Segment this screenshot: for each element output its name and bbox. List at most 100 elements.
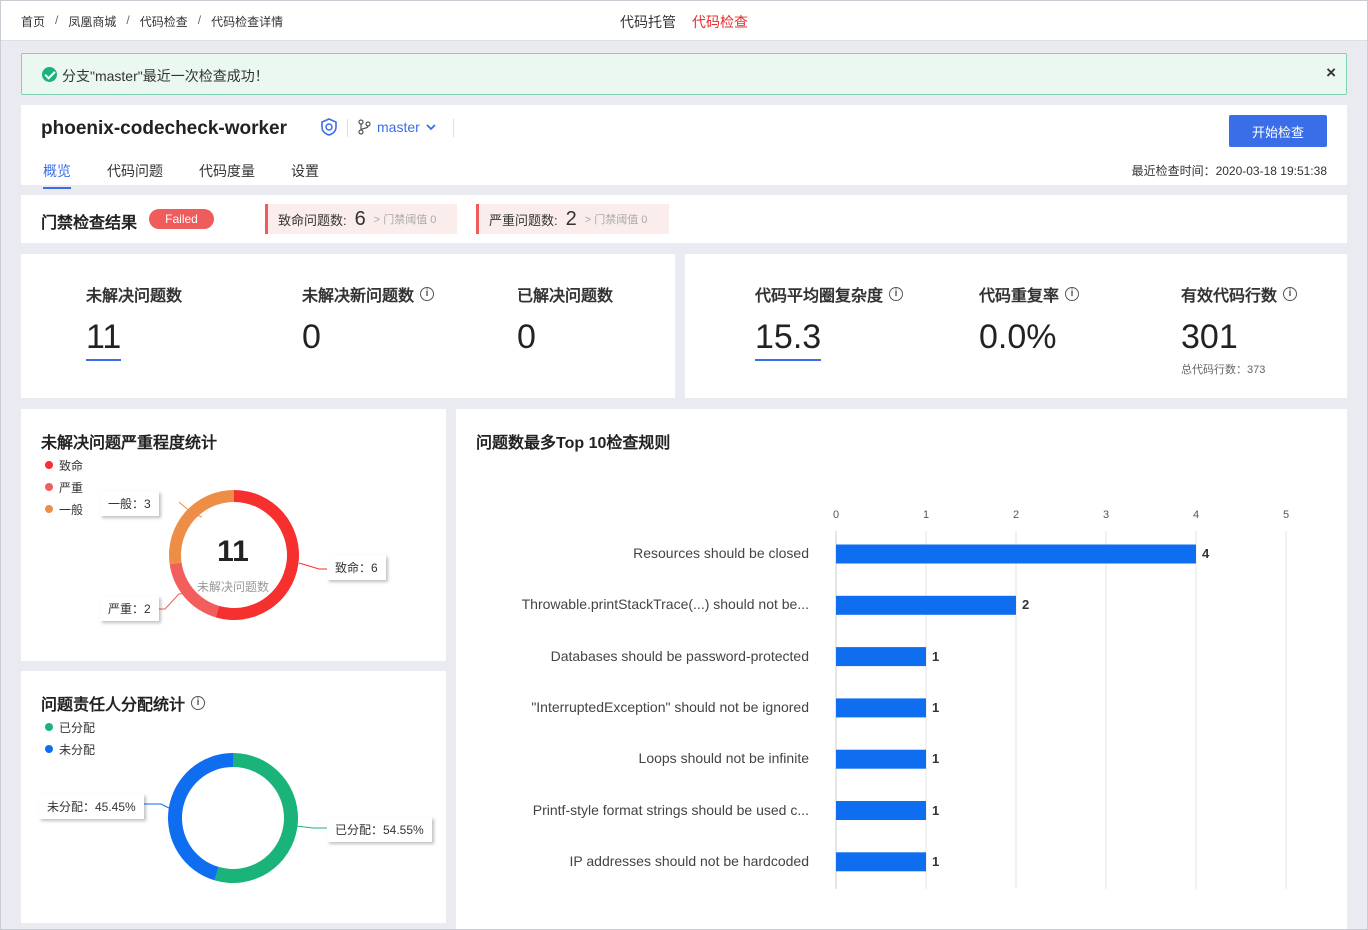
fatal-gate-card: 致命问题数: 6 > 门禁阈值 0 [265, 204, 457, 234]
bar[interactable] [836, 698, 926, 718]
breadcrumb: 首页 / 凤凰商城 / 代码检查 / 代码检查详情 [21, 13, 283, 30]
project-name: phoenix-codecheck-worker [41, 118, 288, 139]
close-icon[interactable]: × [1326, 63, 1336, 83]
shield-icon[interactable] [319, 117, 339, 140]
bar-category-label: Loops should not be infinite [638, 750, 809, 767]
stat-duplication: 代码重复率 i 0.0% [979, 282, 1080, 357]
assignment-panel: 问题责任人分配统计 i 已分配 未分配 未分配：45.45% 已分配：54.55% [21, 671, 446, 923]
info-icon[interactable]: i [420, 287, 435, 301]
serious-gate-card: 严重问题数: 2 > 门禁阈值 0 [476, 204, 669, 234]
gate-result-bar: 门禁检查结果 Failed 致命问题数: 6 > 门禁阈值 0 严重问题数: 2… [21, 195, 1347, 243]
tab-code-metrics[interactable]: 代码度量 [199, 161, 255, 189]
start-check-button[interactable]: 开始检查 [1229, 115, 1327, 147]
bar-value-label: 1 [932, 699, 940, 715]
alert-message: 分支"master"最近一次检查成功！ [62, 68, 269, 84]
bar-value-label: 1 [932, 751, 940, 767]
fatal-count: 6 [354, 207, 366, 230]
tab-settings[interactable]: 设置 [291, 161, 319, 189]
breadcrumb-project[interactable]: 凤凰商城 [68, 13, 116, 30]
bar-value-label: 2 [1022, 597, 1030, 613]
stat-value: 301 [1181, 318, 1238, 356]
nav-code-check[interactable]: 代码检查 [692, 12, 748, 32]
leader-line-fatal [298, 562, 327, 570]
breadcrumb-separator: / [197, 13, 202, 27]
stat-value: 0 [517, 318, 536, 356]
gate-title: 门禁检查结果 [41, 215, 138, 232]
bar[interactable] [836, 801, 926, 820]
bar-category-label: "InterruptedException" should not be ign… [531, 698, 809, 715]
stat-label: 有效代码行数 [1181, 288, 1278, 305]
x-tick-label: 0 [832, 509, 840, 521]
stat-label: 未解决问题数 [86, 288, 183, 305]
stat-label: 已解决问题数 [517, 288, 614, 305]
breadcrumb-codecheck[interactable]: 代码检查 [140, 13, 188, 30]
x-tick-label: 4 [1192, 509, 1200, 521]
bar-category-label: Resources should be closed [633, 545, 809, 561]
callout-serious: 严重：2 [100, 596, 159, 621]
branch-selector[interactable]: master [357, 119, 436, 135]
success-alert: 分支"master"最近一次检查成功！ × [21, 53, 1347, 95]
project-header: phoenix-codecheck-worker master 开始检查 概览 … [21, 105, 1347, 189]
x-tick-label: 5 [1282, 509, 1290, 521]
bar-value-label: 1 [932, 853, 940, 869]
callout-fatal: 致命：6 [327, 555, 386, 580]
callout-unassigned: 未分配：45.45% [39, 794, 144, 819]
breadcrumb-separator: / [126, 13, 130, 27]
success-check-icon [42, 67, 57, 82]
slice-assigned[interactable] [214, 753, 298, 883]
serious-threshold: > 门禁阈值 0 [584, 214, 648, 226]
bar[interactable] [836, 544, 1196, 564]
serious-label: 严重问题数: [489, 212, 558, 228]
fatal-label: 致命问题数: [278, 212, 347, 228]
status-badge: Failed [149, 209, 214, 229]
bar-value-label: 1 [932, 648, 940, 664]
tab-overview[interactable]: 概览 [43, 161, 71, 189]
stat-unresolved-new: 未解决新问题数 i 0 [302, 282, 435, 357]
info-icon[interactable]: i [1283, 287, 1298, 301]
bar[interactable] [836, 852, 926, 872]
stat-unresolved: 未解决问题数 11 [86, 282, 182, 361]
stat-loc: 有效代码行数 i 301 总代码行数：373 [1181, 282, 1298, 377]
stat-value: 0 [302, 318, 321, 356]
x-tick-label: 1 [922, 509, 930, 521]
bar-value-label: 4 [1202, 546, 1210, 561]
top-bar: 首页 / 凤凰商城 / 代码检查 / 代码检查详情 代码托管 代码检查 [0, 0, 1368, 41]
top10-bar-chart: 0 1 2 3 4 5 Resources should be closed 4 Throwab… [456, 409, 1347, 930]
stat-value[interactable]: 11 [86, 318, 122, 361]
stat-subtext: 总代码行数：373 [1181, 364, 1266, 376]
stat-complexity: 代码平均圈复杂度 i 15.3 [755, 282, 904, 361]
stat-value[interactable]: 15.3 [755, 318, 822, 361]
donut-total: 11 [217, 535, 249, 568]
x-tick-label: 3 [1102, 509, 1110, 521]
branch-name: master [377, 119, 420, 135]
stat-label: 未解决新问题数 [302, 288, 415, 305]
bar-value-label: 1 [932, 802, 940, 818]
tab-code-issues[interactable]: 代码问题 [107, 161, 163, 189]
bar[interactable] [836, 595, 1016, 615]
bar-category-label: Databases should be password-protected [550, 647, 809, 664]
stat-label: 代码重复率 [979, 288, 1060, 305]
breadcrumb-current: 代码检查详情 [211, 15, 284, 29]
breadcrumb-home[interactable]: 首页 [21, 13, 45, 30]
fatal-threshold: > 门禁阈值 0 [373, 214, 437, 226]
code-metrics-card: 代码平均圈复杂度 i 15.3 代码重复率 i 0.0% 有效代码行数 i 301 总… [685, 254, 1347, 398]
branch-icon [358, 119, 371, 135]
leader-line-assigned [295, 825, 327, 829]
bar[interactable] [836, 647, 926, 667]
bar-category-label: IP addresses should not be hardcoded [569, 852, 809, 869]
nav-code-hosting[interactable]: 代码托管 [620, 12, 676, 32]
leader-line-unassigned [143, 803, 172, 810]
stat-value: 0.0% [979, 318, 1057, 356]
slice-unassigned[interactable] [167, 753, 233, 881]
breadcrumb-separator: / [55, 13, 59, 27]
bar[interactable] [836, 749, 926, 769]
stat-label: 代码平均圈复杂度 [755, 288, 884, 305]
stat-resolved: 已解决问题数 0 [517, 282, 613, 357]
divider [453, 119, 454, 137]
info-icon[interactable]: i [1065, 287, 1080, 301]
info-icon[interactable]: i [889, 287, 904, 301]
callout-general: 一般：3 [100, 491, 159, 516]
bar-category-label: Printf-style format strings should be us… [532, 801, 809, 818]
divider [347, 119, 348, 137]
top10-rules-panel: 问题数最多Top 10检查规则 0 1 2 3 4 5 Resources should b… [456, 409, 1347, 930]
